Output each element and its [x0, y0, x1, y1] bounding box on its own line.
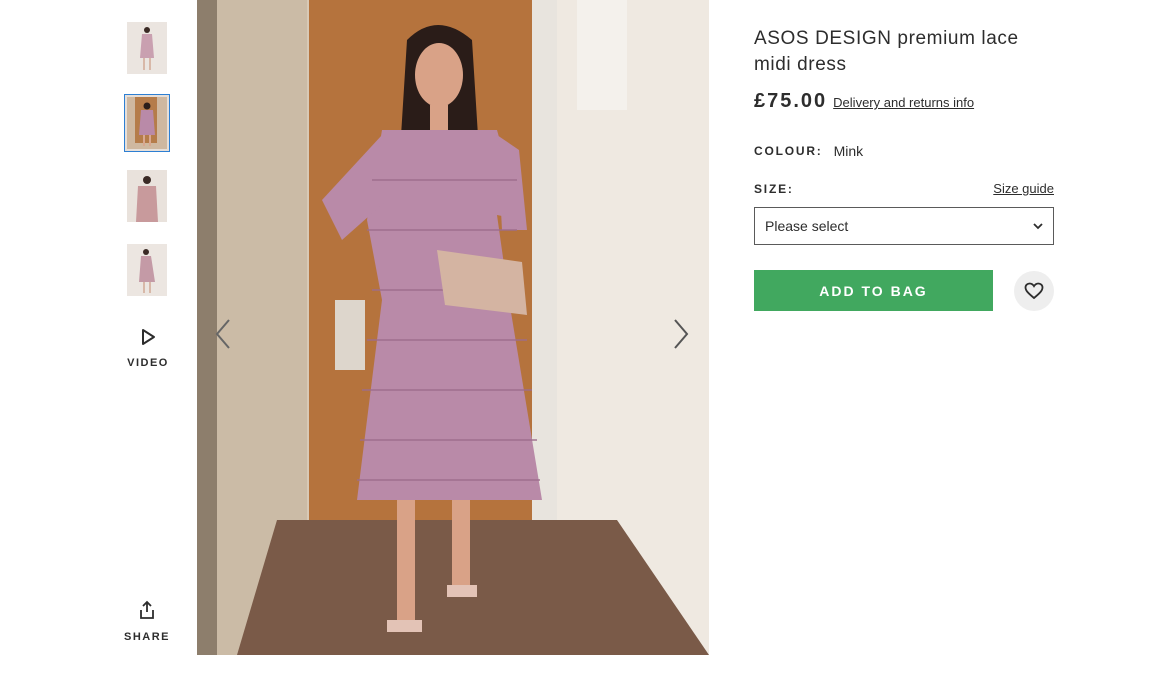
next-image-button[interactable] — [669, 316, 693, 352]
dress-photo-icon — [127, 22, 167, 74]
chevron-down-icon — [1033, 223, 1043, 230]
video-button[interactable]: VIDEO — [124, 328, 172, 369]
colour-label: COLOUR: — [754, 144, 823, 158]
thumbnail-1[interactable] — [127, 22, 167, 74]
dress-photo-icon — [127, 170, 167, 222]
size-label: SIZE: — [754, 181, 794, 196]
delivery-returns-link[interactable]: Delivery and returns info — [833, 95, 974, 110]
share-label: SHARE — [124, 631, 171, 643]
product-info-panel: ASOS DESIGN premium lace midi dress £75.… — [754, 26, 1054, 311]
main-product-image — [197, 0, 709, 655]
product-title: ASOS DESIGN premium lace midi dress — [754, 28, 1019, 75]
size-select[interactable]: Please select — [754, 207, 1054, 245]
chevron-right-icon — [674, 319, 689, 349]
dress-model-photo — [197, 0, 709, 655]
save-for-later-button[interactable] — [1014, 270, 1054, 311]
chevron-left-icon — [215, 319, 230, 349]
product-price: £75.00 — [754, 90, 828, 112]
add-to-bag-button[interactable]: ADD TO BAG — [754, 270, 993, 311]
previous-image-button[interactable] — [211, 316, 235, 352]
thumbnail-4[interactable] — [127, 244, 167, 296]
colour-row: COLOUR: Mink — [754, 143, 1054, 159]
heart-icon — [1024, 282, 1044, 299]
price-row: £75.00 Delivery and returns info — [754, 90, 1054, 113]
colour-value: Mink — [833, 143, 864, 159]
thumbnail-3[interactable] — [127, 170, 167, 222]
size-guide-link[interactable]: Size guide — [993, 181, 1054, 196]
purchase-actions: ADD TO BAG — [754, 270, 1054, 311]
play-icon — [142, 329, 155, 345]
share-icon — [140, 600, 154, 619]
size-row: SIZE: Size guide — [754, 181, 1054, 196]
video-label: VIDEO — [127, 357, 169, 369]
dress-photo-icon — [127, 244, 167, 296]
thumbnail-2-selected[interactable] — [124, 94, 170, 152]
share-button[interactable]: SHARE — [124, 600, 170, 643]
dress-photo-icon — [127, 97, 167, 149]
size-select-value: Please select — [765, 218, 849, 234]
